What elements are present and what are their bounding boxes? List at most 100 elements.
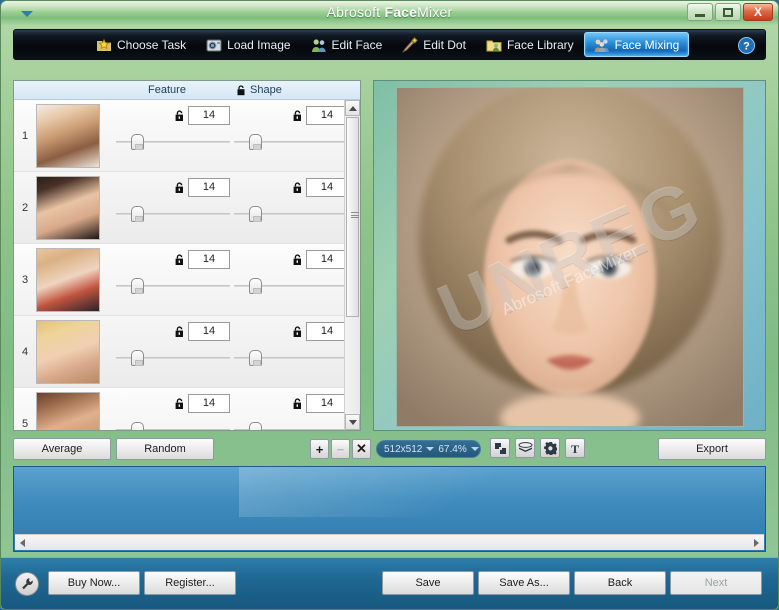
slider-handle[interactable] — [130, 206, 144, 222]
padlock-open-icon[interactable] — [174, 253, 185, 266]
feature-value-input[interactable]: 14 — [188, 106, 230, 125]
back-button[interactable]: Back — [574, 571, 666, 595]
scrollbar-thumb[interactable] — [346, 117, 359, 317]
tab-face-library[interactable]: Face Library — [476, 32, 584, 57]
scroll-left-button[interactable] — [15, 536, 30, 550]
help-circle-icon[interactable]: ? — [738, 37, 755, 54]
chevron-down-icon[interactable] — [470, 447, 479, 451]
shape-slider[interactable] — [232, 278, 344, 294]
feature-slider[interactable] — [114, 422, 232, 430]
window-buttons: X — [687, 3, 773, 21]
chevron-down-icon — [348, 419, 357, 425]
feature-slider[interactable] — [114, 278, 232, 294]
scroll-down-button[interactable] — [345, 414, 360, 430]
feature-rows[interactable]: 1 14 14 2 14 14 3 14 14 4 14 14 5 14 14 — [14, 100, 344, 430]
feature-value-input[interactable]: 14 — [188, 250, 230, 269]
padlock-open-icon[interactable] — [174, 397, 185, 410]
chevron-down-icon[interactable] — [426, 447, 435, 451]
padlock-open-icon[interactable] — [236, 84, 246, 96]
maximize-button[interactable] — [715, 3, 741, 21]
face-thumbnail-5[interactable] — [36, 391, 100, 430]
add-face-button[interactable]: + — [310, 439, 329, 459]
lower-preview-strip[interactable] — [13, 466, 766, 552]
slider-handle[interactable] — [248, 422, 262, 430]
crop-resize-icon[interactable] — [490, 438, 510, 458]
slider-handle[interactable] — [130, 134, 144, 150]
slider-handle[interactable] — [248, 350, 262, 366]
shape-slider[interactable] — [232, 206, 344, 222]
slider-handle[interactable] — [248, 278, 262, 294]
thumbnail-image — [37, 248, 99, 311]
slider-handle[interactable] — [130, 422, 144, 430]
padlock-open-icon[interactable] — [292, 253, 303, 266]
padlock-open-icon[interactable] — [292, 397, 303, 410]
clear-faces-button[interactable]: ✕ — [352, 439, 371, 459]
table-row[interactable]: 5 14 14 — [14, 388, 344, 430]
svg-text:T: T — [571, 442, 579, 455]
slider-handle[interactable] — [248, 206, 262, 222]
table-row[interactable]: 4 14 14 — [14, 316, 344, 388]
face-thumbnail-4[interactable] — [36, 319, 100, 384]
layers-icon[interactable] — [515, 438, 535, 458]
shape-slider[interactable] — [232, 134, 344, 150]
shape-slider[interactable] — [232, 422, 344, 430]
slider-handle[interactable] — [130, 278, 144, 294]
close-button[interactable]: X — [743, 3, 773, 21]
padlock-open-icon[interactable] — [174, 109, 185, 122]
slider-handle[interactable] — [130, 350, 144, 366]
slider-handle[interactable] — [248, 134, 262, 150]
tab-load-image[interactable]: Load Image — [196, 32, 300, 57]
horizontal-scrollbar[interactable] — [15, 534, 764, 550]
save-button[interactable]: Save — [382, 571, 474, 595]
text-tool-icon[interactable]: T — [565, 438, 585, 458]
gear-icon[interactable] — [540, 438, 560, 458]
tab-edit-face[interactable]: Edit Face — [301, 32, 393, 57]
table-row[interactable]: 3 14 14 — [14, 244, 344, 316]
save-as-button[interactable]: Save As... — [478, 571, 570, 595]
padlock-open-icon[interactable] — [292, 325, 303, 338]
padlock-open-icon[interactable] — [292, 109, 303, 122]
average-button[interactable]: Average — [13, 438, 111, 460]
remove-face-button[interactable]: − — [331, 439, 350, 459]
feature-slider[interactable] — [114, 206, 232, 222]
tab-choose-task[interactable]: Choose Task — [86, 32, 196, 57]
export-button[interactable]: Export — [658, 438, 766, 460]
face-thumbnail-3[interactable] — [36, 247, 100, 312]
feature-lock-row: 14 — [114, 250, 232, 269]
title-bar[interactable]: Abrosoft FaceMixer X — [1, 1, 778, 25]
mixed-face-preview[interactable]: UNREG Abrosoft FaceMixer — [396, 87, 744, 427]
shape-value-input[interactable]: 14 — [306, 394, 344, 413]
buy-now-button[interactable]: Buy Now... — [48, 571, 140, 595]
feature-slider[interactable] — [114, 134, 232, 150]
shape-value-input[interactable]: 14 — [306, 106, 344, 125]
chevron-right-icon — [754, 538, 759, 547]
size-zoom-combo[interactable]: 512x512 67.4% — [376, 440, 481, 458]
tab-face-mixing[interactable]: Face Mixing — [583, 32, 690, 57]
thumbnail-image — [37, 104, 99, 167]
padlock-open-icon[interactable] — [174, 325, 185, 338]
shape-value-input[interactable]: 14 — [306, 322, 344, 341]
padlock-open-icon[interactable] — [174, 181, 185, 194]
column-header-shape-label: Shape — [250, 84, 282, 96]
tab-edit-dot[interactable]: Edit Dot — [392, 32, 476, 57]
feature-slider[interactable] — [114, 350, 232, 366]
next-button[interactable]: Next — [670, 571, 762, 595]
shape-slider[interactable] — [232, 350, 344, 366]
scroll-up-button[interactable] — [345, 100, 360, 116]
register-button[interactable]: Register... — [144, 571, 236, 595]
padlock-open-icon[interactable] — [292, 181, 303, 194]
face-thumbnail-1[interactable] — [36, 103, 100, 168]
feature-value-input[interactable]: 14 — [188, 178, 230, 197]
scroll-right-button[interactable] — [749, 536, 764, 550]
feature-list-scrollbar[interactable] — [344, 100, 360, 430]
feature-value-input[interactable]: 14 — [188, 322, 230, 341]
wrench-icon[interactable] — [15, 572, 39, 596]
table-row[interactable]: 1 14 14 — [14, 100, 344, 172]
shape-value-input[interactable]: 14 — [306, 178, 344, 197]
face-thumbnail-2[interactable] — [36, 175, 100, 240]
shape-value-input[interactable]: 14 — [306, 250, 344, 269]
table-row[interactable]: 2 14 14 — [14, 172, 344, 244]
random-button[interactable]: Random — [116, 438, 214, 460]
feature-value-input[interactable]: 14 — [188, 394, 230, 413]
minimize-button[interactable] — [687, 3, 713, 21]
